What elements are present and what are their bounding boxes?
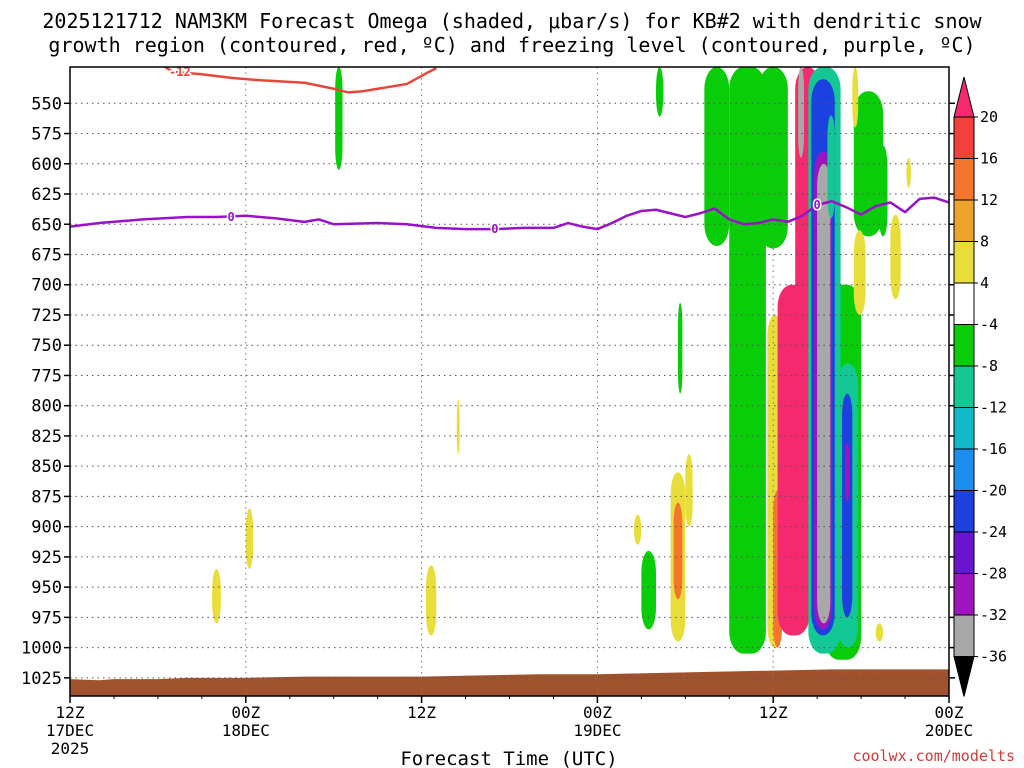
omega-region (212, 568, 221, 624)
y-tick-label: 1000 (21, 639, 62, 659)
y-tick-label: 875 (31, 487, 62, 507)
y-tick-label: 675 (31, 245, 62, 265)
y-tick-label: 625 (31, 185, 62, 205)
colorbar-swatch (953, 76, 975, 118)
y-tick-label: 950 (31, 578, 62, 598)
colorbar-label: 16 (980, 150, 998, 168)
omega-region (335, 67, 343, 170)
colorbar-label: 4 (980, 274, 989, 292)
omega-region (425, 565, 437, 636)
omega-region (906, 157, 911, 188)
y-tick-label: 825 (31, 427, 62, 447)
y-tick-label: 775 (31, 366, 62, 386)
x-tick-label: 00Z (583, 703, 612, 722)
colorbar-label: -16 (980, 440, 1007, 458)
colorbar-swatch (953, 407, 975, 450)
y-tick-label: 850 (31, 457, 62, 477)
y-tick-label: 725 (31, 306, 62, 326)
x-tick-label: 00Z (231, 703, 260, 722)
freezing-level-label: 0 (814, 198, 821, 212)
omega-region (656, 67, 664, 117)
colorbar-swatch (953, 324, 975, 367)
terrain-area (70, 669, 949, 696)
y-tick-label: 575 (31, 125, 62, 145)
colorbar-swatch (953, 656, 975, 697)
y-tick-label: 900 (31, 518, 62, 538)
dgz-contour (164, 67, 437, 94)
x-tick-label: 17DEC (46, 721, 94, 740)
colorbar-swatch (953, 448, 975, 491)
x-tick-label: 20DEC (925, 721, 973, 740)
credit-text: coolwx.com/modelts (852, 747, 1015, 765)
y-tick-label: 550 (31, 94, 62, 114)
omega-region (853, 230, 866, 315)
x-tick-label: 12Z (56, 703, 85, 722)
colorbar-label: -20 (980, 482, 1007, 500)
omega-region (817, 163, 831, 624)
y-tick-label: 1025 (21, 669, 62, 689)
omega-region (634, 514, 642, 545)
y-tick-label: 975 (31, 608, 62, 628)
omega-region (842, 393, 853, 618)
colorbar-label: -8 (980, 357, 998, 375)
omega-region (844, 441, 850, 503)
omega-region (798, 67, 804, 158)
colorbar-swatch (953, 116, 975, 159)
y-tick-label: 600 (31, 155, 62, 175)
chart-title-line-2: growth region (contoured, red, ºC) and f… (48, 33, 975, 57)
colorbar-label: -4 (980, 316, 998, 334)
colorbar-label: -12 (980, 399, 1007, 417)
colorbar-label: -28 (980, 565, 1007, 583)
omega-region (456, 399, 460, 455)
colorbar-label: -32 (980, 606, 1007, 624)
colorbar-swatch (953, 199, 975, 242)
colorbar-swatch (953, 365, 975, 408)
x-tick-label: 12Z (407, 703, 436, 722)
terrain-fill (70, 669, 949, 696)
colorbar-swatch (953, 241, 975, 284)
colorbar: 20 16 12 8 4 -4 -8 -12 -16 -20 -24 -28 -32 -36 (953, 76, 1007, 697)
omega-time-height-chart: 2025121712 NAM3KM Forecast Omega (shaded… (21, 9, 1015, 768)
colorbar-swatch (953, 158, 975, 201)
omega-shading (212, 67, 911, 660)
colorbar-label: 12 (980, 191, 998, 209)
freezing-level-label: 0 (228, 210, 235, 224)
omega-region (878, 145, 888, 237)
x-tick-label: 12Z (759, 703, 788, 722)
colorbar-label: -24 (980, 523, 1007, 541)
chart-title-line-1: 2025121712 NAM3KM Forecast Omega (shaded… (42, 9, 982, 33)
x-axis-title: Forecast Time (UTC) (400, 748, 617, 768)
colorbar-swatch (953, 490, 975, 533)
omega-region (875, 623, 884, 642)
colorbar-label: 8 (980, 233, 989, 251)
colorbar-label: -36 (980, 648, 1007, 666)
x-tick-label: 18DEC (222, 721, 270, 740)
omega-region (673, 502, 683, 600)
omega-region (890, 214, 901, 300)
y-tick-label: 650 (31, 215, 62, 235)
colorbar-swatch (953, 531, 975, 574)
omega-region (704, 67, 730, 247)
y-tick-label: 750 (31, 336, 62, 356)
omega-region (852, 67, 859, 128)
y-tick-label: 700 (31, 276, 62, 296)
colorbar-label: 20 (980, 108, 998, 126)
omega-region (245, 508, 254, 569)
x-tick-label: 00Z (935, 703, 964, 722)
omega-region (777, 284, 810, 636)
y-tick-label: 925 (31, 548, 62, 568)
y-tick-label: 800 (31, 397, 62, 417)
omega-region (677, 302, 683, 394)
colorbar-swatch (953, 573, 975, 616)
colorbar-swatch (953, 614, 975, 657)
omega-region (685, 454, 693, 527)
freezing-level-label: 0 (491, 222, 498, 236)
x-tick-label: 19DEC (573, 721, 621, 740)
x-tick-label: 2025 (51, 739, 90, 758)
colorbar-swatch (953, 282, 975, 325)
